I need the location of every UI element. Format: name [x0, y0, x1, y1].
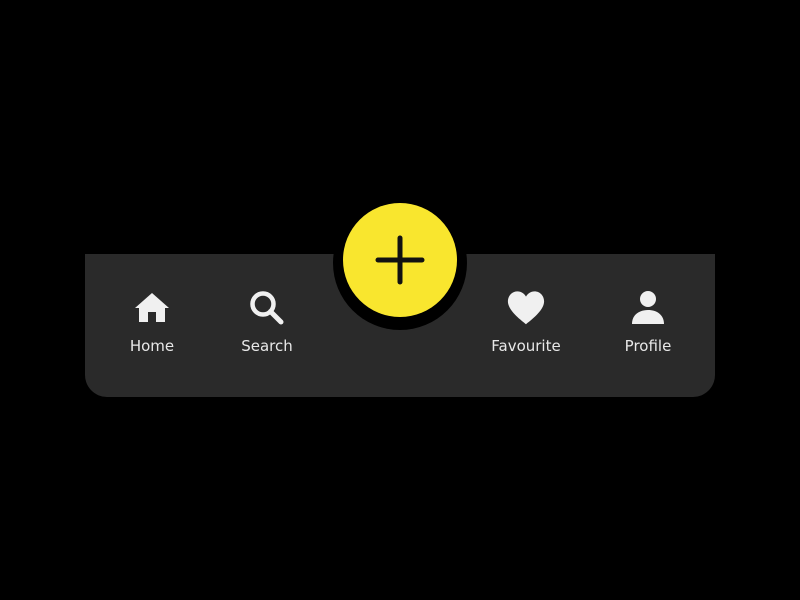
heart-icon — [506, 288, 546, 328]
nav-item-favourite-label: Favourite — [491, 337, 561, 355]
add-button[interactable] — [343, 203, 457, 317]
home-icon — [132, 288, 172, 328]
nav-item-profile[interactable]: Profile — [593, 288, 703, 355]
stage: Home Search Favourite Profile — [0, 0, 800, 600]
nav-item-search-label: Search — [241, 337, 293, 355]
user-icon — [628, 288, 668, 328]
nav-item-favourite[interactable]: Favourite — [471, 288, 581, 355]
search-icon — [247, 288, 287, 328]
nav-item-home[interactable]: Home — [97, 288, 207, 355]
nav-item-profile-label: Profile — [624, 337, 672, 355]
plus-icon — [343, 203, 457, 317]
nav-item-home-label: Home — [129, 337, 175, 355]
nav-item-search[interactable]: Search — [212, 288, 322, 355]
